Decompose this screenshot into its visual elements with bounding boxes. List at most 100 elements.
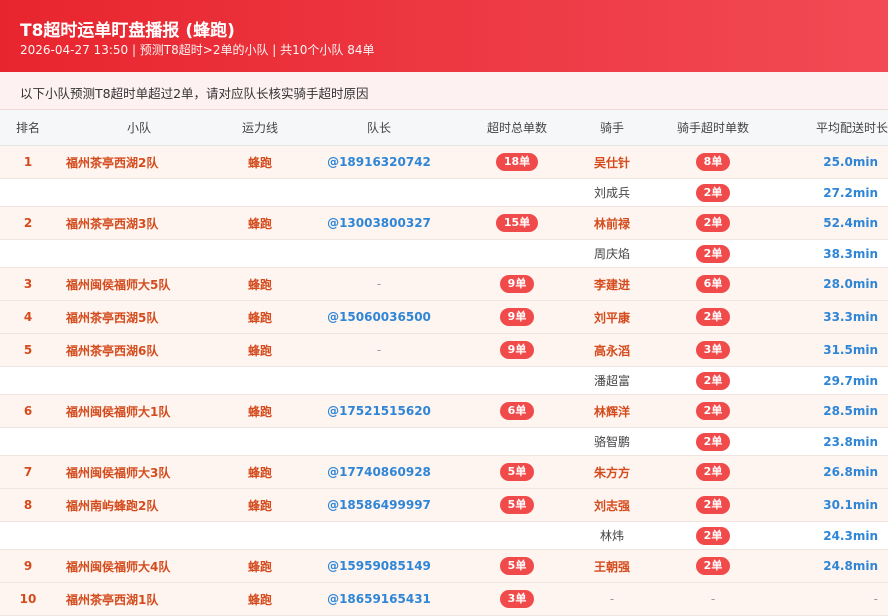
col-header-captain: 队长: [298, 110, 460, 146]
report-subtitle: 2026-04-27 13:50 | 预测T8超时>2单的小队 | 共10个小队…: [20, 43, 375, 57]
rider-count-badge: 2单: [695, 183, 731, 202]
captain-cell: [298, 239, 460, 268]
rider-cell: 王朝强: [574, 549, 650, 583]
total-cell: [460, 521, 574, 550]
rank-cell: 3: [0, 267, 56, 301]
captain-cell: [298, 521, 460, 550]
team-cell: [56, 239, 222, 268]
avg-cell: 25.0min: [776, 145, 888, 179]
total-badge: 3单: [499, 590, 535, 608]
captain-link[interactable]: @18586499997: [298, 488, 460, 522]
rider-cell: 刘志强: [574, 488, 650, 522]
captain-link[interactable]: @17740860928: [298, 455, 460, 489]
total-cell: 9单: [460, 267, 574, 301]
col-header-team: 小队: [56, 110, 222, 146]
col-header-avg: 平均配送时长: [776, 110, 888, 146]
total-cell: 18单: [460, 145, 574, 179]
total-cell: 5单: [460, 549, 574, 583]
table-body: 1 福州茶亭西湖2队 蜂跑 @18916320742 18单 吴仕针 8单 25.0min 刘成…: [0, 145, 888, 616]
avg-cell: 28.0min: [776, 267, 888, 301]
rider-count-cell: 2单: [650, 206, 776, 240]
captain-link[interactable]: @18659165431: [298, 582, 460, 616]
rider-cell: 周庆焰: [574, 239, 650, 268]
line-cell: 蜂跑: [222, 455, 298, 489]
rider-count-badge: 2单: [695, 432, 731, 451]
col-header-rider-count: 骑手超时单数: [650, 110, 776, 146]
total-badge: 15单: [495, 214, 539, 232]
avg-cell: 24.3min: [776, 521, 888, 550]
table-row: 10 福州茶亭西湖1队 蜂跑 @18659165431 3单 - - -: [0, 582, 888, 616]
table-row: 6 福州闽侯福师大1队 蜂跑 @17521515620 6单 林辉洋 2单 28.5min: [0, 394, 888, 428]
captain-link[interactable]: @13003800327: [298, 206, 460, 240]
rider-count-badge: 2单: [695, 371, 731, 390]
rider-count-badge: 6单: [695, 275, 731, 293]
captain-cell: -: [298, 267, 460, 301]
avg-cell: 27.2min: [776, 178, 888, 207]
total-cell: [460, 366, 574, 395]
total-badge: 5单: [499, 557, 535, 575]
avg-cell: 30.1min: [776, 488, 888, 522]
line-cell: 蜂跑: [222, 333, 298, 367]
captain-link[interactable]: @17521515620: [298, 394, 460, 428]
line-cell: [222, 239, 298, 268]
line-cell: 蜂跑: [222, 394, 298, 428]
team-cell: 福州茶亭西湖5队: [56, 300, 222, 334]
line-cell: 蜂跑: [222, 145, 298, 179]
total-cell: [460, 427, 574, 456]
rank-cell: 2: [0, 206, 56, 240]
total-cell: [460, 239, 574, 268]
captain-link[interactable]: @15060036500: [298, 300, 460, 334]
table-row: 周庆焰 2单 38.3min: [0, 239, 888, 268]
table-row: 8 福州南屿蜂跑2队 蜂跑 @18586499997 5单 刘志强 2单 30.1min: [0, 488, 888, 522]
rider-count-cell: 6单: [650, 267, 776, 301]
rider-cell: 刘平康: [574, 300, 650, 334]
overtime-table: 排名 小队 运力线 队长 超时总单数 骑手 骑手超时单数 平均配送时长 1 福州茶…: [0, 110, 888, 616]
rider-count-cell: 2单: [650, 427, 776, 456]
table-row: 9 福州闽侯福师大4队 蜂跑 @15959085149 5单 王朝强 2单 24.8min: [0, 549, 888, 583]
captain-link[interactable]: @15959085149: [298, 549, 460, 583]
avg-cell: 31.5min: [776, 333, 888, 367]
line-cell: 蜂跑: [222, 488, 298, 522]
rank-cell: [0, 521, 56, 550]
avg-cell: 28.5min: [776, 394, 888, 428]
rider-cell: 李建进: [574, 267, 650, 301]
table-row: 骆智鹏 2单 23.8min: [0, 427, 888, 456]
table-row: 刘成兵 2单 27.2min: [0, 178, 888, 207]
total-badge: 5单: [499, 463, 535, 481]
col-header-rider: 骑手: [574, 110, 650, 146]
rider-count-badge: 2单: [695, 557, 731, 575]
captain-cell: [298, 178, 460, 207]
rider-count-cell: 2单: [650, 239, 776, 268]
total-cell: 9单: [460, 300, 574, 334]
avg-cell: 26.8min: [776, 455, 888, 489]
rank-cell: 9: [0, 549, 56, 583]
team-cell: [56, 521, 222, 550]
col-header-rank: 排名: [0, 110, 56, 146]
team-cell: 福州茶亭西湖2队: [56, 145, 222, 179]
total-badge: 9单: [499, 341, 535, 359]
rider-cell: 林炜: [574, 521, 650, 550]
report-header: T8超时运单盯盘播报 (蜂跑) 2026-04-27 13:50 | 预测T8超…: [0, 0, 888, 72]
avg-cell: 38.3min: [776, 239, 888, 268]
rider-cell: 林辉洋: [574, 394, 650, 428]
line-cell: 蜂跑: [222, 300, 298, 334]
notice-text: 以下小队预测T8超时单超过2单，请对应队长核实骑手超时原因: [20, 86, 369, 101]
rider-count-badge: 2单: [695, 402, 731, 420]
table-row: 潘超富 2单 29.7min: [0, 366, 888, 395]
avg-cell: 33.3min: [776, 300, 888, 334]
rank-cell: 8: [0, 488, 56, 522]
rider-cell: 吴仕针: [574, 145, 650, 179]
rider-count-badge: 3单: [695, 341, 731, 359]
team-cell: 福州茶亭西湖6队: [56, 333, 222, 367]
line-cell: 蜂跑: [222, 549, 298, 583]
rider-cell: 骆智鹏: [574, 427, 650, 456]
rider-count-badge: 2单: [695, 463, 731, 481]
table-row: 4 福州茶亭西湖5队 蜂跑 @15060036500 9单 刘平康 2单 33.3min: [0, 300, 888, 334]
line-cell: [222, 178, 298, 207]
total-cell: 9单: [460, 333, 574, 367]
table-row: 林炜 2单 24.3min: [0, 521, 888, 550]
table-row: 3 福州闽侯福师大5队 蜂跑 - 9单 李建进 6单 28.0min: [0, 267, 888, 301]
captain-link[interactable]: @18916320742: [298, 145, 460, 179]
table-row: 7 福州闽侯福师大3队 蜂跑 @17740860928 5单 朱方方 2单 26.8min: [0, 455, 888, 489]
team-cell: 福州闽侯福师大5队: [56, 267, 222, 301]
